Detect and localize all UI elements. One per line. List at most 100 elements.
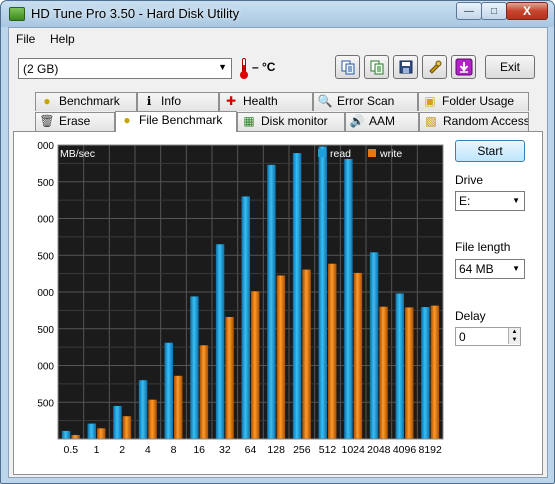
health-icon: ✚ (225, 94, 237, 108)
x-tick-label: 64 (245, 444, 257, 456)
y-tick-label: 000 (37, 141, 54, 152)
options-button[interactable] (422, 55, 447, 79)
start-button[interactable]: Start (455, 140, 525, 162)
tab-erase[interactable]: 🗑 Erase (35, 112, 115, 131)
bar-write (379, 306, 388, 439)
tab-error-scan[interactable]: 🔍 Error Scan (313, 92, 418, 111)
bar-read (215, 244, 225, 439)
random-access-icon: ▧ (425, 114, 437, 128)
x-tick-label: 1024 (341, 444, 365, 456)
chevron-down-icon: ▼ (512, 264, 520, 273)
x-tick-label: 512 (319, 444, 337, 456)
x-tick-label: 256 (293, 444, 311, 456)
legend-swatch-read (318, 149, 326, 157)
bar-read (395, 293, 404, 439)
copy-info-button[interactable] (364, 55, 389, 79)
app-icon (9, 7, 25, 21)
bar-read (318, 146, 327, 439)
tab-info[interactable]: ℹ Info (137, 92, 219, 111)
legend-label-read: read (330, 148, 351, 160)
disk-monitor-icon: ▦ (243, 114, 255, 128)
delay-stepper[interactable]: 0 ▲ ▼ (455, 327, 521, 346)
bar-write (174, 375, 183, 439)
info-icon: ℹ (146, 94, 152, 108)
toolbar: (2 GB) ▼ – °C Exit (9, 52, 547, 86)
folder-usage-icon: ▣ (424, 94, 436, 108)
drive-select-value: E: (459, 194, 471, 208)
save-button[interactable] (393, 55, 418, 79)
bar-write (122, 416, 132, 439)
save-icon (399, 60, 412, 74)
disk-select[interactable]: (2 GB) ▼ (18, 58, 232, 79)
tab-disk-monitor[interactable]: ▦ Disk monitor (237, 112, 345, 131)
bar-write (148, 399, 157, 439)
bar-write (430, 305, 440, 439)
error-scan-icon: 🔍 (317, 94, 333, 108)
maximize-button[interactable]: □ (481, 2, 507, 20)
bar-write (353, 272, 363, 439)
drive-select[interactable]: E: ▼ (455, 191, 525, 211)
bar-read (369, 252, 379, 439)
bar-read (113, 405, 122, 439)
bar-write (251, 291, 260, 439)
x-tick-label: 2 (119, 444, 125, 456)
options-icon (428, 60, 441, 74)
drive-label: Drive (455, 173, 484, 187)
x-tick-label: 8 (171, 444, 177, 456)
tab-aam[interactable]: 🔊 AAM (345, 112, 419, 131)
file-benchmark-icon: ● (123, 113, 131, 127)
y-tick-label: 000 (37, 215, 54, 226)
thermometer-icon (240, 58, 248, 79)
x-tick-label: 128 (267, 444, 285, 456)
y-tick-label: 500 (37, 398, 54, 409)
y-tick-label: 500 (37, 325, 54, 336)
close-button[interactable]: X (506, 2, 548, 20)
bar-read (190, 296, 199, 439)
bar-read (267, 164, 276, 439)
file-length-select[interactable]: 64 MB ▼ (455, 259, 525, 279)
tab-health[interactable]: ✚ Health (219, 92, 313, 111)
window-controls: — □ X (456, 2, 548, 20)
copy-text-icon (341, 60, 354, 75)
x-tick-label: 2048 (367, 444, 391, 456)
x-tick-label: 32 (219, 444, 231, 456)
benchmark-icon: ● (43, 94, 51, 108)
legend-swatch-write (368, 149, 376, 157)
bar-write (328, 263, 337, 439)
bar-read (421, 307, 430, 439)
bar-read (292, 153, 302, 439)
tab-random-access[interactable]: ▧ Random Access (419, 112, 529, 131)
bar-write (199, 345, 209, 439)
copy-info-icon (370, 60, 383, 75)
down-arrow-icon (455, 58, 472, 76)
bar-read (138, 380, 148, 439)
bar-read (164, 342, 173, 439)
delay-spin-buttons: ▲ ▼ (508, 328, 520, 345)
y-axis-label: MB/sec (60, 148, 95, 160)
tab-benchmark[interactable]: ● Benchmark (35, 92, 137, 111)
x-tick-label: 1 (94, 444, 100, 456)
title-bar[interactable]: HD Tune Pro 3.50 - Hard Disk Utility — □… (1, 1, 554, 27)
bar-read (241, 196, 250, 439)
spin-down-icon[interactable]: ▼ (508, 336, 520, 344)
download-button[interactable] (451, 55, 476, 79)
minimize-button[interactable]: — (456, 2, 482, 20)
tab-file-benchmark[interactable]: ● File Benchmark (115, 111, 237, 132)
aam-icon: 🔊 (349, 114, 365, 128)
exit-button[interactable]: Exit (485, 55, 535, 79)
x-tick-label: 8192 (418, 444, 442, 456)
bar-write (71, 434, 80, 439)
menu-file[interactable]: File (16, 32, 35, 46)
y-tick-label: 000 (37, 288, 54, 299)
file-length-value: 64 MB (459, 262, 494, 276)
x-tick-label: 0.5 (64, 444, 79, 456)
bar-write (97, 428, 106, 439)
tab-folder-usage[interactable]: ▣ Folder Usage (418, 92, 529, 111)
app-window: HD Tune Pro 3.50 - Hard Disk Utility — □… (0, 0, 555, 484)
copy-text-button[interactable] (335, 55, 360, 79)
spin-up-icon[interactable]: ▲ (508, 328, 520, 336)
chevron-down-icon: ▼ (218, 62, 227, 72)
x-tick-label: 16 (193, 444, 205, 456)
menu-help[interactable]: Help (50, 32, 75, 46)
file-length-label: File length (455, 240, 511, 254)
